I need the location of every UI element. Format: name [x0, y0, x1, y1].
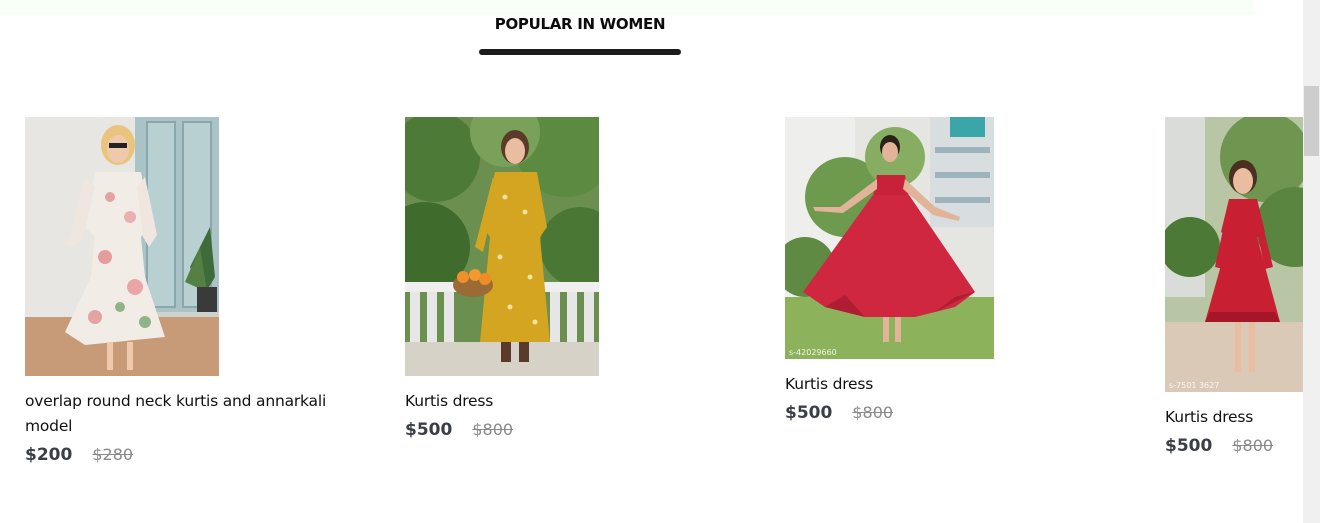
- top-strip: [0, 0, 1254, 15]
- product-name[interactable]: Kurtis dress: [405, 389, 750, 414]
- product-name[interactable]: Kurtis dress: [785, 372, 1130, 397]
- product-name[interactable]: Kurtis dress: [1165, 405, 1303, 430]
- price-row: $500 $800: [1165, 436, 1303, 456]
- product-card[interactable]: overlap round neck kurtis and annarkali …: [25, 117, 370, 465]
- product-image[interactable]: s-42029660: [785, 117, 994, 359]
- original-price: $280: [92, 445, 134, 464]
- original-price: $800: [472, 420, 514, 439]
- scrollbar-thumb[interactable]: [1304, 86, 1319, 156]
- current-price: $500: [405, 420, 453, 440]
- current-price: $500: [785, 403, 833, 423]
- red-midi-dress-photo: [1165, 117, 1303, 392]
- price-row: $500 $800: [785, 403, 1130, 423]
- title-underline: [479, 49, 681, 55]
- price-row: $200 $280: [25, 445, 370, 465]
- product-name[interactable]: overlap round neck kurtis and annarkali …: [25, 389, 370, 439]
- product-card[interactable]: s-42029660 Kurtis dress $500 $800: [785, 117, 1130, 423]
- original-price: $800: [1232, 436, 1274, 455]
- image-watermark: s-42029660: [789, 348, 837, 357]
- product-card[interactable]: Kurtis dress $500 $800: [405, 117, 750, 440]
- product-card[interactable]: s-7501 3627 Kurtis dress $500 $800: [1165, 117, 1303, 456]
- scrollbar-track[interactable]: [1303, 0, 1320, 523]
- floral-dress-photo: [25, 117, 219, 376]
- image-watermark: s-7501 3627: [1169, 381, 1220, 390]
- current-price: $200: [25, 445, 73, 465]
- price-row: $500 $800: [405, 420, 750, 440]
- product-image[interactable]: [25, 117, 219, 376]
- product-image[interactable]: [405, 117, 599, 376]
- product-image[interactable]: s-7501 3627: [1165, 117, 1303, 392]
- current-price: $500: [1165, 436, 1213, 456]
- red-dress-photo: [785, 117, 994, 359]
- product-section: POPULAR IN WOMEN overlap round neck kurt…: [0, 0, 1320, 523]
- yellow-dress-photo: [405, 117, 599, 376]
- section-title: POPULAR IN WOMEN: [494, 15, 666, 33]
- original-price: $800: [852, 403, 894, 422]
